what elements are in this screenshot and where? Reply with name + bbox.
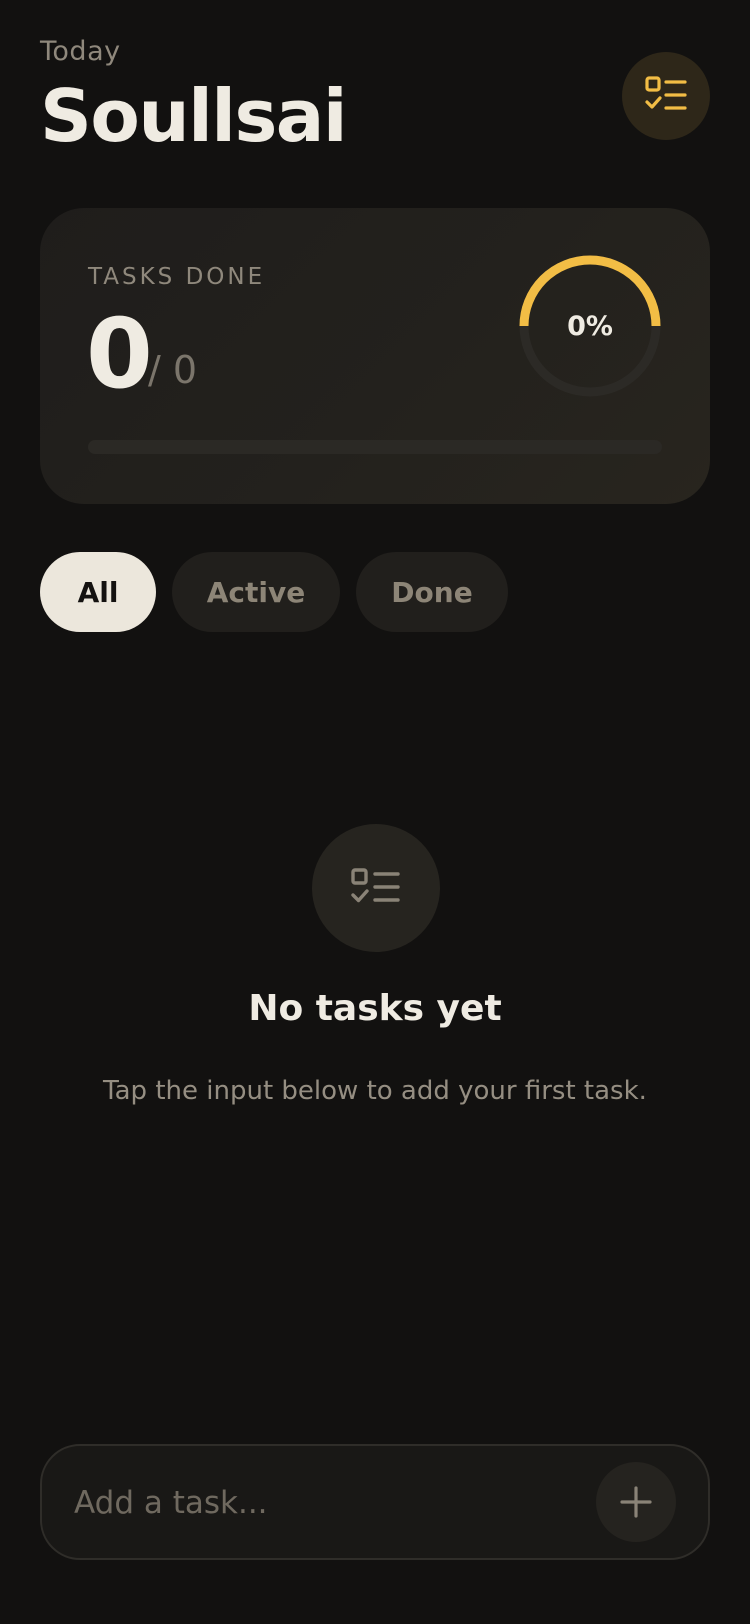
tasks-done-label: TASKS DONE xyxy=(88,264,266,290)
empty-state-icon-badge xyxy=(312,824,440,952)
tasks-total-count: / 0 xyxy=(148,348,198,392)
plus-icon xyxy=(620,1486,652,1518)
add-task-input[interactable] xyxy=(74,1468,594,1538)
checklist-icon xyxy=(645,76,687,110)
checklist-icon xyxy=(351,868,400,903)
add-task-composer xyxy=(40,1444,710,1560)
tasks-stats-card: TASKS DONE 0 / 0 0% xyxy=(40,208,710,504)
date-eyebrow: Today xyxy=(40,36,121,67)
filter-all[interactable]: All xyxy=(40,552,156,632)
page-title: Soullsai xyxy=(40,74,348,158)
filter-tabs: All Active Done xyxy=(40,552,508,632)
app-screen: Today Soullsai TASKS DONE 0 / 0 0% All A… xyxy=(0,0,750,1624)
filter-done[interactable]: Done xyxy=(356,552,508,632)
empty-state-title: No tasks yet xyxy=(248,988,502,1029)
progress-percent: 0% xyxy=(567,310,613,342)
empty-state-subtitle: Tap the input below to add your first ta… xyxy=(103,1076,647,1106)
progress-bar xyxy=(88,440,662,454)
checklist-button[interactable] xyxy=(622,52,710,140)
filter-active[interactable]: Active xyxy=(172,552,340,632)
add-task-button[interactable] xyxy=(596,1462,676,1542)
header: Today Soullsai xyxy=(40,34,710,164)
tasks-done-count: 0 xyxy=(86,298,153,410)
